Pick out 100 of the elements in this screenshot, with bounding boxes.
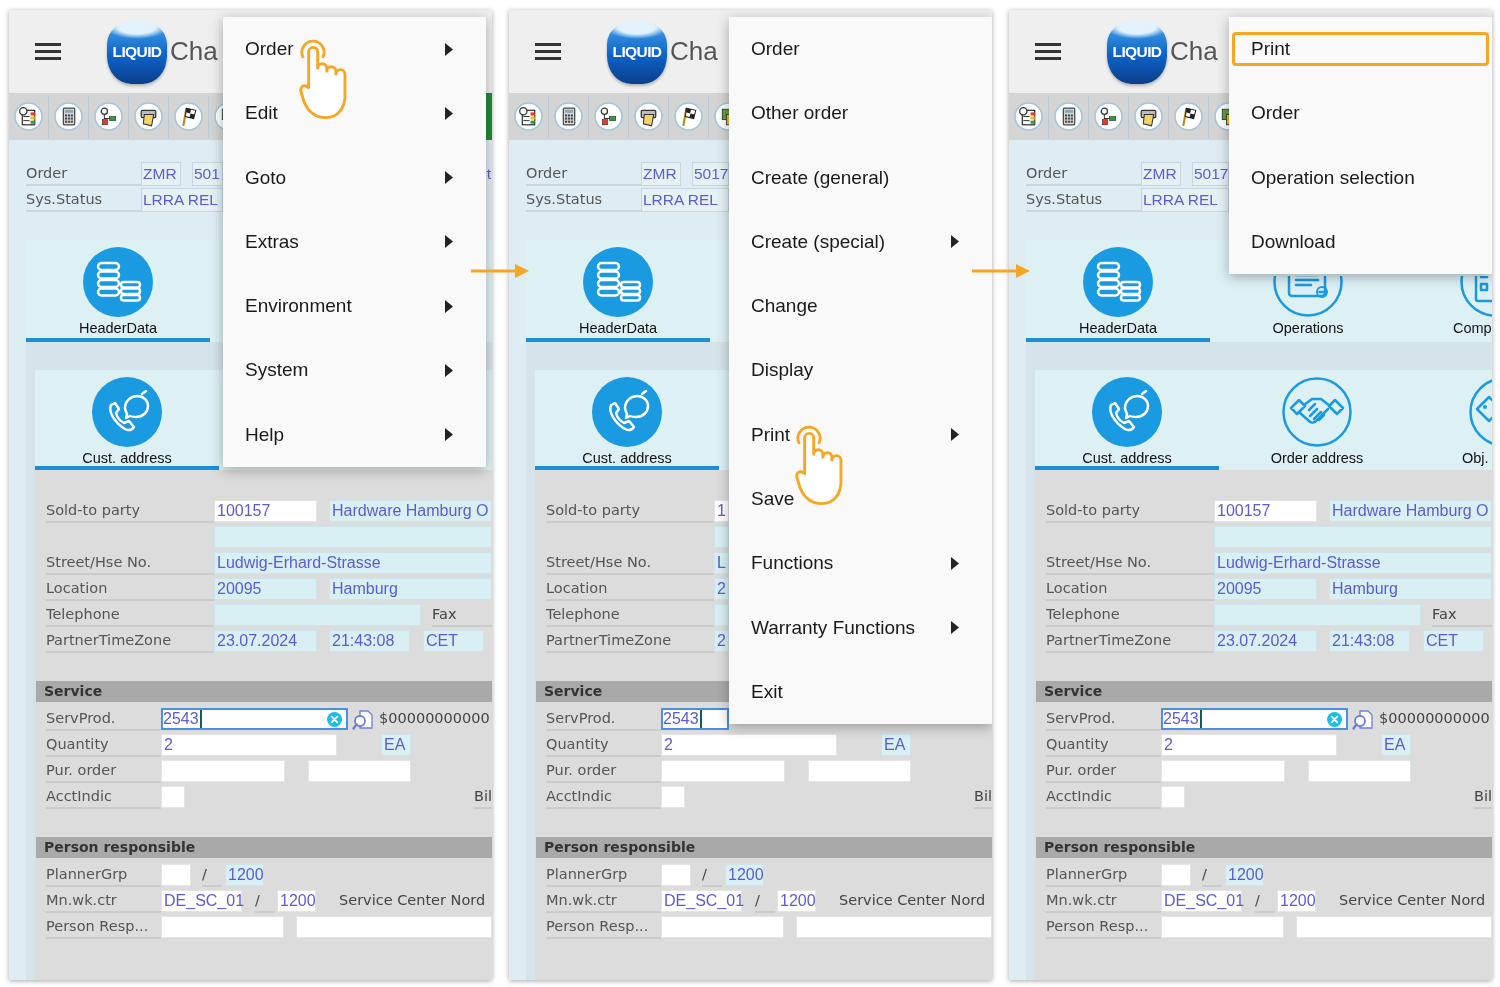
- display-field: ZMR: [141, 162, 181, 186]
- clear-icon[interactable]: [327, 711, 342, 727]
- input-field[interactable]: [161, 760, 285, 782]
- table-icon[interactable]: [514, 102, 543, 131]
- app-title: Cha: [1170, 36, 1218, 67]
- menu-item[interactable]: System: [226, 353, 483, 388]
- input-field[interactable]: 1: [714, 500, 729, 522]
- separator-text: /: [755, 889, 775, 913]
- menu-item[interactable]: Help: [226, 417, 483, 452]
- workflow-icon[interactable]: [1094, 102, 1123, 131]
- menu-item[interactable]: Order: [1232, 96, 1489, 131]
- printer-icon[interactable]: [634, 102, 663, 131]
- workflow-icon[interactable]: [94, 102, 123, 131]
- input-field[interactable]: [1161, 786, 1185, 808]
- input-field[interactable]: 1200: [1277, 890, 1316, 912]
- calculator-icon[interactable]: [1054, 102, 1083, 131]
- input-field[interactable]: 100157: [1214, 500, 1317, 522]
- input-field[interactable]: 2543: [161, 708, 348, 730]
- input-field[interactable]: DE_SC_01: [661, 890, 742, 912]
- input-field[interactable]: [661, 864, 691, 886]
- input-field[interactable]: 2543: [661, 708, 729, 730]
- flag-icon[interactable]: [174, 102, 203, 131]
- input-field[interactable]: [1161, 864, 1191, 886]
- input-field[interactable]: [661, 786, 685, 808]
- input-field[interactable]: [161, 916, 284, 938]
- app-logo: LIQUID: [607, 19, 667, 84]
- menu-item[interactable]: Order: [226, 32, 483, 66]
- input-field[interactable]: [161, 864, 191, 886]
- menu-item[interactable]: Functions: [732, 546, 989, 581]
- input-field[interactable]: 1200: [277, 890, 316, 912]
- clear-icon[interactable]: [1327, 711, 1342, 727]
- input-field[interactable]: [161, 786, 185, 808]
- input-field[interactable]: 2: [661, 734, 837, 756]
- menu-item[interactable]: Create (general): [732, 160, 989, 195]
- flag-icon[interactable]: [674, 102, 703, 131]
- menu-item[interactable]: Edit: [226, 96, 483, 131]
- menu-icon[interactable]: [535, 43, 561, 60]
- nav-tile[interactable]: Obj.: [1415, 370, 1492, 470]
- menu-item[interactable]: Create (special): [732, 224, 989, 259]
- flag-icon[interactable]: [1174, 102, 1203, 131]
- search-icon[interactable]: [1352, 708, 1373, 730]
- input-field[interactable]: [1308, 760, 1411, 782]
- workflow-icon[interactable]: [594, 102, 623, 131]
- input-field[interactable]: [1161, 760, 1285, 782]
- menu-item[interactable]: Print: [1232, 32, 1489, 66]
- display-field: 20095: [214, 578, 317, 600]
- caret-icon: [951, 621, 959, 635]
- input-field[interactable]: [796, 916, 992, 938]
- menu-item[interactable]: Environment: [226, 289, 483, 324]
- input-field[interactable]: 100157: [214, 500, 317, 522]
- table-icon[interactable]: [1014, 102, 1043, 131]
- input-field[interactable]: 1200: [777, 890, 816, 912]
- display-field: 1200: [725, 864, 764, 886]
- menu-item[interactable]: Operation selection: [1232, 160, 1489, 195]
- description-text: Service Center Nord: [839, 891, 986, 910]
- input-field[interactable]: 2543: [1161, 708, 1348, 730]
- table-icon[interactable]: [14, 102, 43, 131]
- input-field[interactable]: DE_SC_01: [1161, 890, 1242, 912]
- input-field[interactable]: [808, 760, 911, 782]
- display-field: Hardware Hamburg O: [329, 500, 492, 522]
- calculator-icon[interactable]: [554, 102, 583, 131]
- menu-item[interactable]: Extras: [226, 224, 483, 259]
- input-field[interactable]: 2: [161, 734, 337, 756]
- printer-icon[interactable]: [134, 102, 163, 131]
- input-field[interactable]: [661, 916, 784, 938]
- menu-item[interactable]: Change: [732, 289, 989, 324]
- menu-item[interactable]: Display: [732, 353, 989, 388]
- menu-item[interactable]: Save: [732, 482, 989, 517]
- input-field[interactable]: DE_SC_01: [161, 890, 242, 912]
- input-field[interactable]: [1296, 916, 1492, 938]
- menu-icon[interactable]: [1035, 43, 1061, 60]
- menu-item[interactable]: Order: [732, 32, 989, 66]
- input-field[interactable]: [296, 916, 492, 938]
- printer-icon[interactable]: [1134, 102, 1163, 131]
- menu-item[interactable]: Other order: [732, 96, 989, 131]
- coins-icon: [83, 247, 153, 317]
- input-field[interactable]: [308, 760, 411, 782]
- flow-arrow: [471, 264, 529, 278]
- display-field: 1200: [1225, 864, 1264, 886]
- text-cursor: [199, 710, 202, 728]
- menu-item[interactable]: Print: [732, 417, 989, 452]
- caret-icon: [951, 556, 959, 570]
- display-field: 20095: [1214, 578, 1317, 600]
- input-field[interactable]: 2: [1161, 734, 1337, 756]
- section-header: Person responsible: [36, 837, 492, 858]
- calculator-icon[interactable]: [54, 102, 83, 131]
- menu-icon[interactable]: [35, 43, 61, 60]
- search-icon[interactable]: [352, 708, 373, 730]
- input-field[interactable]: [1161, 916, 1284, 938]
- nav-tile[interactable]: Order address: [1225, 370, 1409, 470]
- separator-text: /: [255, 889, 275, 913]
- menu-item[interactable]: Goto: [226, 160, 483, 195]
- display-field: 21:43:08: [1329, 630, 1410, 652]
- display-field: 23.07.2024: [1214, 630, 1317, 652]
- display-field: 501: [192, 162, 223, 186]
- menu-item[interactable]: Warranty Functions: [732, 610, 989, 645]
- status-indicator: [486, 93, 492, 140]
- input-field[interactable]: [661, 760, 785, 782]
- display-field: 23.07.2024: [214, 630, 317, 652]
- caret-icon: [445, 235, 453, 249]
